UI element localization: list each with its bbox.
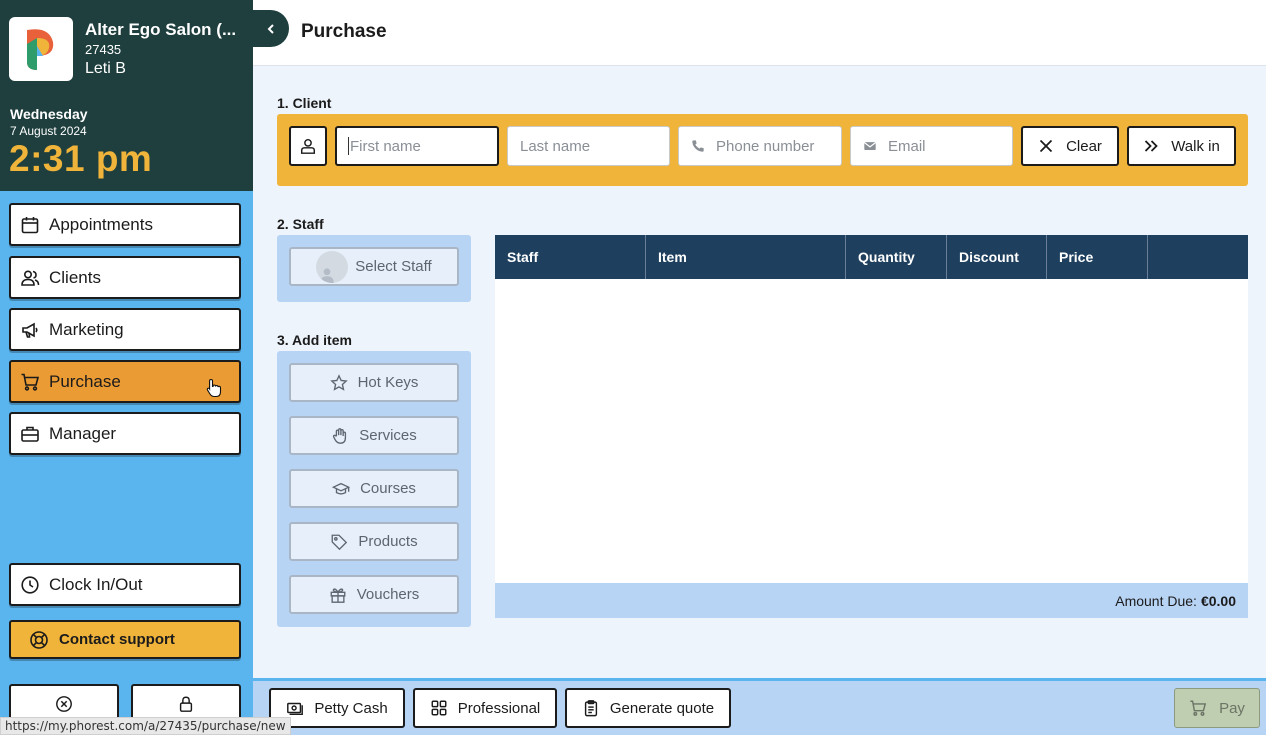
sidebar-item-appointments[interactable]: Appointments [9,203,241,246]
last-name-input[interactable]: Last name [507,126,670,166]
lifebuoy-icon [30,630,48,649]
phone-number-input[interactable]: Phone number [678,126,842,166]
users-icon [21,269,40,286]
clock-label: Clock In/Out [49,574,143,594]
column-quantity: Quantity [846,235,947,279]
megaphone-icon [22,322,38,338]
calendar-icon [21,216,39,233]
client-profile-button[interactable] [289,126,327,166]
professional-label: Professional [457,699,541,717]
page-header [253,0,1266,66]
phone-icon [692,140,704,152]
last-name-placeholder: Last name [520,137,591,155]
staff-section-label: 2. Staff [277,216,324,232]
mail-icon [863,142,877,150]
current-day: Wednesday [10,106,88,122]
hot-keys-button[interactable]: Hot Keys [289,363,459,402]
sidebar-item-label: Marketing [49,319,124,339]
column-staff: Staff [495,235,646,279]
amount-due-bar: Amount Due: €0.00 [495,583,1248,618]
column-price: Price [1047,235,1148,279]
amount-due-value: €0.00 [1200,592,1236,609]
sidebar-item-label: Appointments [49,214,153,234]
clear-label: Clear [1066,137,1102,155]
products-button[interactable]: Products [289,522,459,561]
email-placeholder: Email [888,137,926,155]
contact-support-button[interactable]: Contact support [9,620,241,659]
courses-button[interactable]: Courses [289,469,459,508]
hot-keys-label: Hot Keys [357,374,419,391]
services-label: Services [359,427,417,444]
hand-icon [333,427,347,444]
table-header: Staff Item Quantity Discount Price [495,235,1248,279]
clock-in-out-button[interactable]: Clock In/Out [9,563,241,606]
pay-label: Pay [1219,699,1245,717]
column-actions [1148,235,1248,279]
collapse-sidebar-button[interactable] [253,10,289,47]
text-caret [348,137,349,155]
phone-placeholder: Phone number [716,137,815,155]
clipboard-icon [584,700,597,717]
star-icon [329,373,348,391]
cart-icon [1190,700,1207,716]
column-item: Item [646,235,846,279]
sidebar-item-label: Purchase [49,371,121,391]
tag-icon [331,534,348,550]
current-time: 2:31 pm [9,138,153,179]
close-icon [1039,139,1053,153]
user-name: Leti B [85,60,126,77]
professional-button[interactable]: Professional [413,688,557,728]
email-input[interactable]: Email [850,126,1013,166]
browser-status-url: https://my.phorest.com/a/27435/purchase/… [0,717,291,735]
select-staff-label: Select Staff [355,258,432,275]
sidebar-item-label: Clients [49,267,101,287]
cash-icon [287,702,304,716]
clear-button[interactable]: Clear [1021,126,1119,166]
page-title: Purchase [301,21,387,42]
user-icon [300,138,316,154]
salon-id: 27435 [85,42,122,57]
staff-avatar-icon [316,250,349,283]
chevrons-right-icon [1145,140,1158,152]
hand-pointer-cursor [206,378,222,398]
purchase-items-table [495,235,1248,618]
first-name-placeholder: First name [350,137,421,155]
phorest-logo [9,17,73,81]
client-section-label: 1. Client [277,95,332,111]
select-staff-button[interactable]: Select Staff [289,247,459,286]
graduation-cap-icon [332,482,351,495]
grid-icon [431,700,447,716]
courses-label: Courses [360,480,416,497]
cart-icon [21,373,40,391]
chevron-left-icon [267,23,274,34]
current-date: 7 August 2024 [10,124,87,138]
petty-cash-label: Petty Cash [314,699,388,717]
first-name-input[interactable]: First name [335,126,499,166]
products-label: Products [358,533,418,550]
generate-quote-label: Generate quote [609,699,715,717]
sidebar-item-clients[interactable]: Clients [9,256,241,299]
sidebar-item-label: Manager [49,423,117,443]
add-item-section-label: 3. Add item [277,332,352,348]
sidebar-item-marketing[interactable]: Marketing [9,308,241,351]
gift-icon [330,587,346,603]
column-discount: Discount [947,235,1047,279]
services-button[interactable]: Services [289,416,459,455]
briefcase-icon [21,426,39,442]
salon-name: Alter Ego Salon (... [85,20,237,39]
contact-support-label: Contact support [59,631,175,648]
amount-due-label: Amount Due: [1115,592,1197,609]
sidebar-item-manager[interactable]: Manager [9,412,241,455]
vouchers-button[interactable]: Vouchers [289,575,459,614]
lock-icon [179,696,193,712]
generate-quote-button[interactable]: Generate quote [565,688,731,728]
close-circle-icon [56,696,72,712]
walk-in-button[interactable]: Walk in [1127,126,1236,166]
walk-in-label: Walk in [1171,137,1220,155]
pay-button[interactable]: Pay [1174,688,1260,728]
vouchers-label: Vouchers [356,586,420,603]
clock-icon [21,575,39,594]
